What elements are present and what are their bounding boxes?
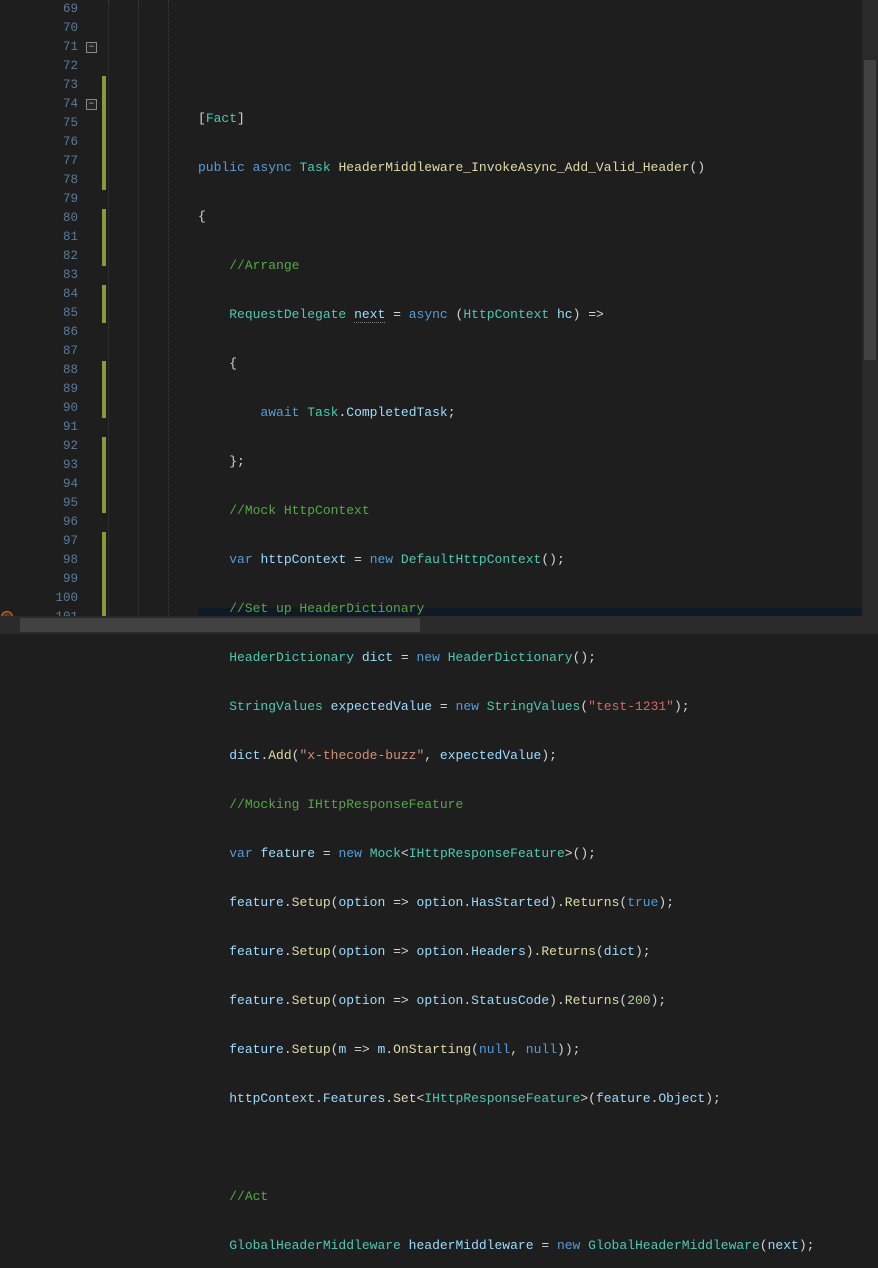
change-indicator	[102, 437, 106, 513]
line-number[interactable]: 76	[14, 133, 78, 152]
line-number[interactable]: 87	[14, 342, 78, 361]
line-number[interactable]: 85	[14, 304, 78, 323]
change-indicator	[102, 361, 106, 418]
code-line[interactable]: StringValues expectedValue = new StringV…	[198, 697, 878, 716]
line-number[interactable]: 70	[14, 19, 78, 38]
line-number[interactable]: 94	[14, 475, 78, 494]
code-line[interactable]: feature.Setup(option => option.StatusCod…	[198, 991, 878, 1010]
line-number[interactable]: 77	[14, 152, 78, 171]
code-line[interactable]: public async Task HeaderMiddleware_Invok…	[198, 158, 878, 177]
code-line[interactable]: //Set up HeaderDictionary	[198, 599, 878, 618]
code-area[interactable]: [Fact] public async Task HeaderMiddlewar…	[198, 0, 878, 634]
line-number[interactable]: 82	[14, 247, 78, 266]
line-number[interactable]: 97	[14, 532, 78, 551]
line-number[interactable]: 84	[14, 285, 78, 304]
code-line[interactable]: {	[198, 354, 878, 373]
code-line[interactable]: dict.Add("x-thecode-buzz", expectedValue…	[198, 746, 878, 765]
code-line[interactable]	[198, 1138, 878, 1157]
code-line[interactable]: {	[198, 207, 878, 226]
line-number[interactable]: 75	[14, 114, 78, 133]
code-line[interactable]: };	[198, 452, 878, 471]
code-editor: 6970717273747576777879808182838485868788…	[0, 0, 878, 634]
code-line[interactable]: //Mock HttpContext	[198, 501, 878, 520]
code-line[interactable]: httpContext.Features.Set<IHttpResponseFe…	[198, 1089, 878, 1108]
code-line[interactable]: HeaderDictionary dict = new HeaderDictio…	[198, 648, 878, 667]
breakpoint-margin[interactable]	[0, 0, 14, 634]
line-number[interactable]: 81	[14, 228, 78, 247]
line-number[interactable]: 74	[14, 95, 78, 114]
change-indicator	[102, 76, 106, 190]
code-line[interactable]: feature.Setup(option => option.HasStarte…	[198, 893, 878, 912]
line-number[interactable]: 99	[14, 570, 78, 589]
line-number-gutter[interactable]: 6970717273747576777879808182838485868788…	[14, 0, 84, 634]
line-number[interactable]: 71	[14, 38, 78, 57]
line-number[interactable]: 95	[14, 494, 78, 513]
code-line[interactable]: await Task.CompletedTask;	[198, 403, 878, 422]
code-line[interactable]: //Mocking IHttpResponseFeature	[198, 795, 878, 814]
line-number[interactable]: 80	[14, 209, 78, 228]
change-indicator	[102, 532, 106, 627]
code-line[interactable]: RequestDelegate next = async (HttpContex…	[198, 305, 878, 324]
code-line[interactable]: //Arrange	[198, 256, 878, 275]
line-number[interactable]: 98	[14, 551, 78, 570]
code-line[interactable]: var feature = new Mock<IHttpResponseFeat…	[198, 844, 878, 863]
line-number[interactable]: 83	[14, 266, 78, 285]
fold-toggle-icon[interactable]: −	[86, 99, 97, 110]
line-number[interactable]: 69	[14, 0, 78, 19]
line-number[interactable]: 73	[14, 76, 78, 95]
code-line[interactable]: var httpContext = new DefaultHttpContext…	[198, 550, 878, 569]
fold-column[interactable]: − −	[84, 0, 102, 634]
scrollbar-corner	[862, 616, 878, 634]
line-number[interactable]: 86	[14, 323, 78, 342]
indent-guides	[108, 0, 198, 634]
change-indicator	[102, 285, 106, 323]
line-number[interactable]: 90	[14, 399, 78, 418]
change-indicator	[102, 209, 106, 266]
line-number[interactable]: 92	[14, 437, 78, 456]
line-number[interactable]: 100	[14, 589, 78, 608]
code-line[interactable]: [Fact]	[198, 109, 878, 128]
code-line[interactable]	[198, 60, 878, 79]
horizontal-scrollbar[interactable]	[0, 616, 862, 634]
line-number[interactable]: 72	[14, 57, 78, 76]
code-line[interactable]: GlobalHeaderMiddleware headerMiddleware …	[198, 1236, 878, 1255]
fold-toggle-icon[interactable]: −	[86, 42, 97, 53]
line-number[interactable]: 78	[14, 171, 78, 190]
code-line[interactable]: feature.Setup(m => m.OnStarting(null, nu…	[198, 1040, 878, 1059]
horizontal-scrollbar-thumb[interactable]	[20, 618, 420, 632]
line-number[interactable]: 89	[14, 380, 78, 399]
line-number[interactable]: 79	[14, 190, 78, 209]
line-number[interactable]: 93	[14, 456, 78, 475]
line-number[interactable]: 91	[14, 418, 78, 437]
line-number[interactable]: 88	[14, 361, 78, 380]
code-line[interactable]: //Act	[198, 1187, 878, 1206]
line-number[interactable]: 96	[14, 513, 78, 532]
code-line[interactable]: feature.Setup(option => option.Headers).…	[198, 942, 878, 961]
